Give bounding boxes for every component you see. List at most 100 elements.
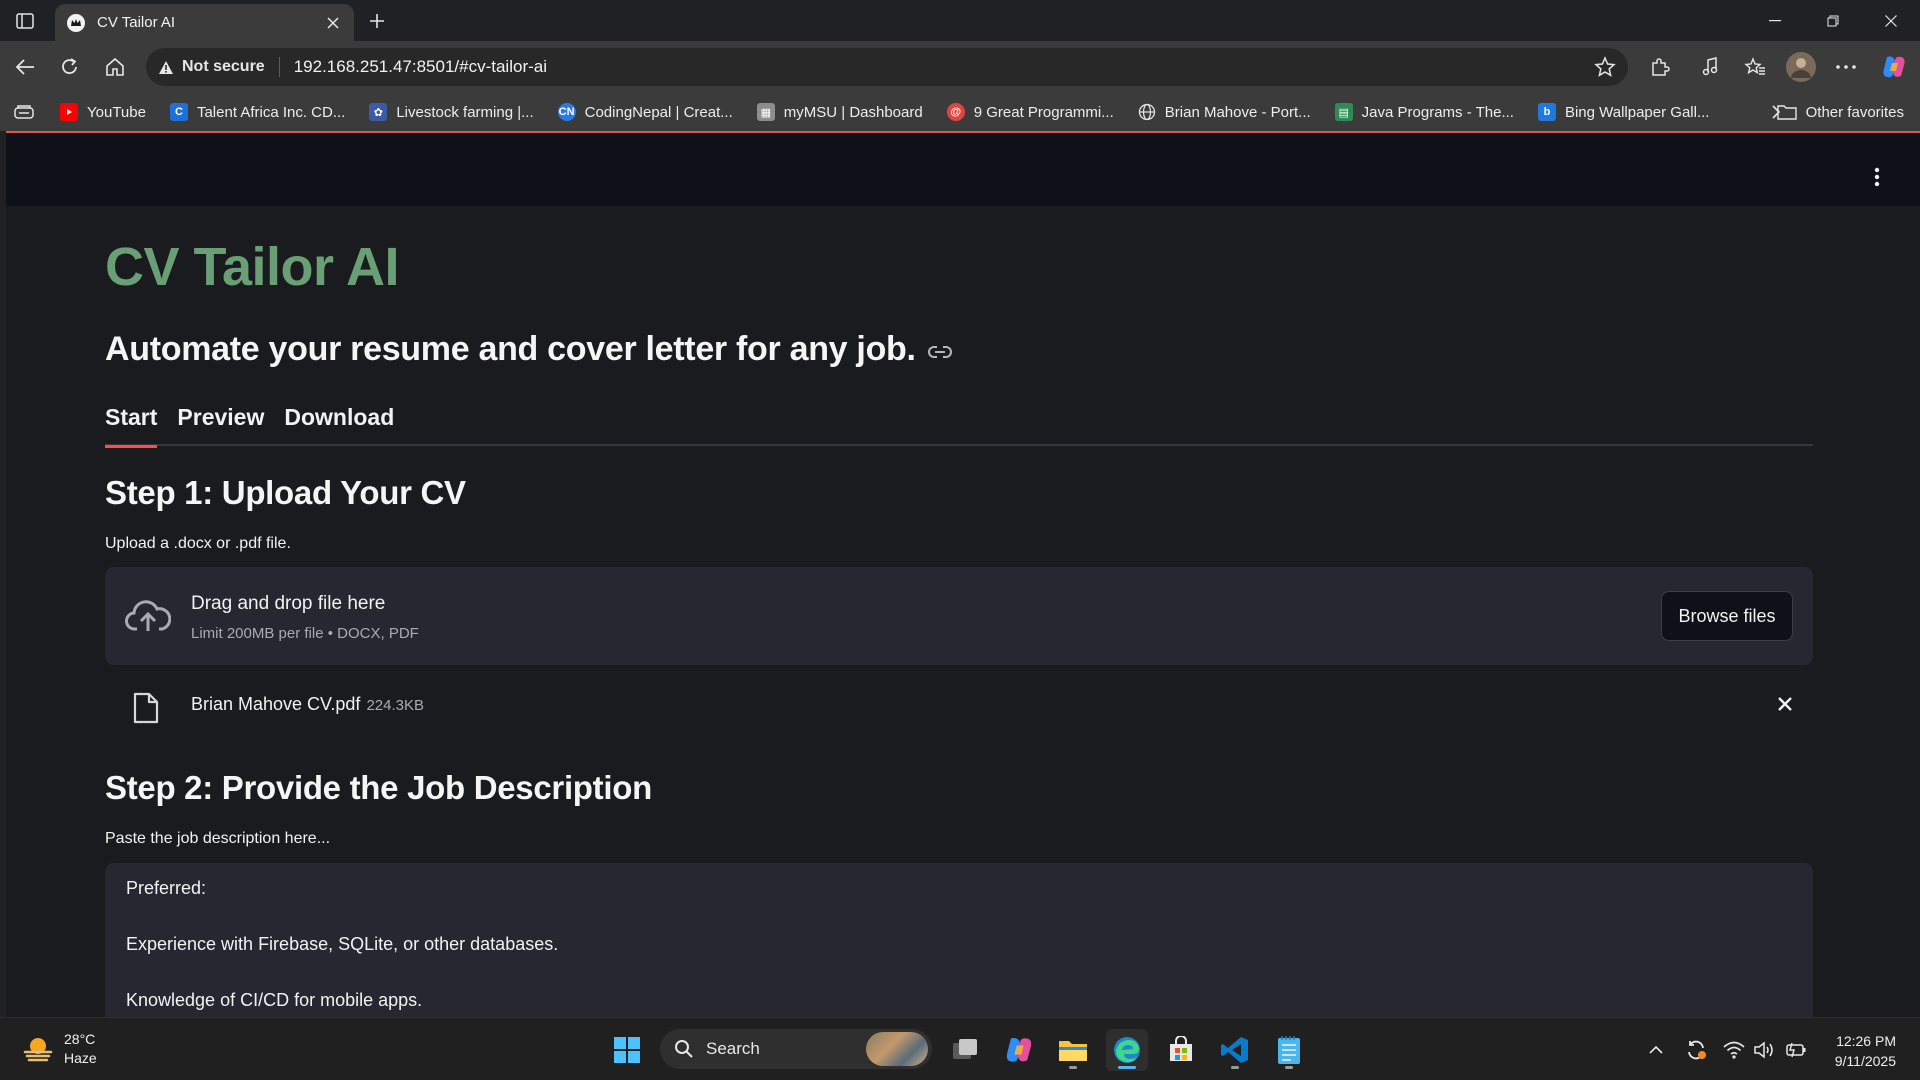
favorite-livestock[interactable]: ✿ Livestock farming |...	[363, 97, 539, 127]
favorite-star-icon[interactable]	[1594, 56, 1616, 78]
windows-taskbar: 28°C Haze Search 12:26 PM 9/11/2025	[0, 1017, 1920, 1080]
favorite-portfolio[interactable]: Brian Mahove - Port...	[1132, 97, 1317, 127]
favorite-mymsu[interactable]: ▦ myMSU | Dashboard	[751, 97, 929, 127]
minimize-icon[interactable]	[1746, 0, 1804, 41]
talent-africa-icon: C	[169, 103, 188, 121]
warning-icon[interactable]	[158, 60, 174, 75]
favorite-programming[interactable]: @ 9 Great Programmi...	[941, 97, 1120, 127]
other-favorites[interactable]: Other favorites	[1776, 97, 1904, 127]
favorite-label: YouTube	[87, 103, 146, 121]
tab-title: CV Tailor AI	[97, 14, 176, 31]
file-icon	[133, 692, 159, 724]
new-tab-icon[interactable]	[364, 9, 390, 33]
battery-icon[interactable]	[1784, 1038, 1808, 1062]
livestock-icon: ✿	[369, 103, 388, 121]
browser-tab-active[interactable]: CV Tailor AI	[55, 4, 354, 41]
folder-icon	[1776, 104, 1797, 120]
restore-icon[interactable]	[1804, 0, 1862, 41]
sync-status-icon[interactable]	[1684, 1038, 1708, 1062]
address-bar[interactable]: Not secure 192.168.251.47:8501/#cv-tailo…	[146, 48, 1628, 86]
more-options-icon[interactable]	[1832, 53, 1860, 81]
search-icon	[674, 1039, 694, 1059]
system-clock[interactable]: 12:26 PM 9/11/2025	[1835, 1031, 1896, 1071]
sidebar-toggle-icon[interactable]	[12, 9, 38, 33]
crown-icon	[67, 13, 85, 32]
tab-preview[interactable]: Preview	[177, 398, 264, 446]
windows-start-icon[interactable]	[606, 1029, 648, 1071]
favorite-java-programs[interactable]: ▤ Java Programs - The...	[1329, 97, 1520, 127]
uploaded-file: Brian Mahove CV.pdf 224.3KB	[191, 694, 424, 715]
page-viewport: CV Tailor AI Automate your resume and co…	[6, 131, 1920, 1017]
favorite-bing-wallpaper[interactable]: b Bing Wallpaper Gall...	[1532, 97, 1716, 127]
taskbar-search[interactable]: Search	[660, 1029, 932, 1069]
microsoft-store-icon[interactable]	[1160, 1029, 1202, 1071]
running-indicator	[1069, 1066, 1077, 1069]
haze-weather-icon	[22, 1034, 54, 1064]
close-window-icon[interactable]	[1862, 0, 1920, 41]
favorite-label: Livestock farming |...	[396, 103, 534, 121]
weather-desc: Haze	[64, 1050, 97, 1066]
tab-download[interactable]: Download	[284, 398, 394, 446]
anchor-link-icon[interactable]	[927, 345, 952, 359]
job-description-textarea[interactable]: Preferred: Experience with Firebase, SQL…	[105, 863, 1813, 1017]
file-explorer-icon[interactable]	[1052, 1029, 1094, 1071]
extensions-icon[interactable]	[1646, 53, 1674, 81]
wifi-icon[interactable]	[1722, 1038, 1746, 1062]
home-icon[interactable]	[101, 53, 129, 81]
favorite-label: myMSU | Dashboard	[783, 103, 923, 121]
edge-browser-icon[interactable]	[1106, 1029, 1148, 1071]
dropzone-limit: Limit 200MB per file • DOCX, PDF	[191, 625, 419, 642]
page-subtitle: Automate your resume and cover letter fo…	[105, 330, 916, 368]
show-hidden-icons-chevron-icon[interactable]	[1644, 1038, 1668, 1062]
volume-icon[interactable]	[1752, 1038, 1776, 1062]
favorite-talent-africa[interactable]: C Talent Africa Inc. CD...	[164, 97, 351, 127]
close-tab-icon[interactable]	[324, 14, 342, 32]
favorite-label: CodingNepal | Creat...	[584, 103, 733, 121]
notepad-icon[interactable]	[1268, 1029, 1310, 1071]
codingnepal-icon: CN	[557, 103, 576, 121]
browser-tabstrip: CV Tailor AI	[0, 0, 1920, 41]
back-icon[interactable]	[11, 53, 39, 81]
step2-heading: Step 2: Provide the Job Description	[105, 769, 652, 806]
window-controls	[1746, 0, 1920, 41]
media-control-icon[interactable]	[1696, 53, 1724, 81]
search-label: Search	[706, 1039, 760, 1058]
tab-start[interactable]: Start	[105, 398, 158, 448]
search-highlight-image	[866, 1032, 928, 1066]
mymsu-icon: ▦	[756, 103, 775, 121]
active-indicator	[1118, 1066, 1136, 1069]
profile-avatar[interactable]	[1786, 52, 1816, 82]
clock-date: 9/11/2025	[1834, 1053, 1896, 1069]
textarea-line: Knowledge of CI/CD for mobile apps.	[126, 990, 423, 1010]
uploaded-file-size: 224.3KB	[366, 697, 424, 714]
vscode-icon[interactable]	[1214, 1029, 1256, 1071]
uploaded-file-row: Brian Mahove CV.pdf 224.3KB	[105, 680, 1813, 734]
textarea-line: Experience with Firebase, SQLite, or oth…	[126, 934, 559, 954]
remove-file-icon[interactable]	[1777, 696, 1793, 712]
favorites-icon[interactable]	[1741, 53, 1769, 81]
browse-files-button[interactable]: Browse files	[1661, 591, 1793, 641]
upload-label: Upload a .docx or .pdf file.	[105, 535, 291, 552]
clock-time: 12:26 PM	[1836, 1033, 1896, 1049]
not-secure-label[interactable]: Not secure	[182, 58, 265, 76]
favorite-label: Bing Wallpaper Gall...	[1564, 103, 1710, 121]
app-title: CV Tailor AI	[105, 237, 400, 297]
browser-toolbar: Not secure 192.168.251.47:8501/#cv-tailo…	[0, 41, 1920, 93]
favorite-youtube[interactable]: YouTube	[54, 97, 152, 127]
subtitle-row: Automate your resume and cover letter fo…	[105, 330, 952, 369]
refresh-icon[interactable]	[56, 53, 84, 81]
task-view-icon[interactable]	[944, 1029, 986, 1071]
copilot-app-icon[interactable]	[998, 1029, 1040, 1071]
app-header	[6, 133, 1920, 206]
main-menu-icon[interactable]	[1874, 167, 1880, 187]
url-text[interactable]: 192.168.251.47:8501/#cv-tailor-ai	[294, 57, 547, 77]
job-description-label: Paste the job description here...	[105, 830, 331, 847]
collections-icon[interactable]	[8, 97, 40, 127]
copilot-icon[interactable]	[1880, 53, 1908, 81]
globe-icon	[1138, 103, 1156, 121]
favorite-codingnepal[interactable]: CN CodingNepal | Creat...	[552, 97, 739, 127]
file-dropzone[interactable]: Drag and drop file here Limit 200MB per …	[105, 567, 1813, 665]
weather-widget[interactable]: 28°C Haze	[22, 1030, 97, 1068]
dropzone-title: Drag and drop file here	[191, 593, 386, 614]
tab-bar: Start Preview Download	[105, 398, 1813, 448]
